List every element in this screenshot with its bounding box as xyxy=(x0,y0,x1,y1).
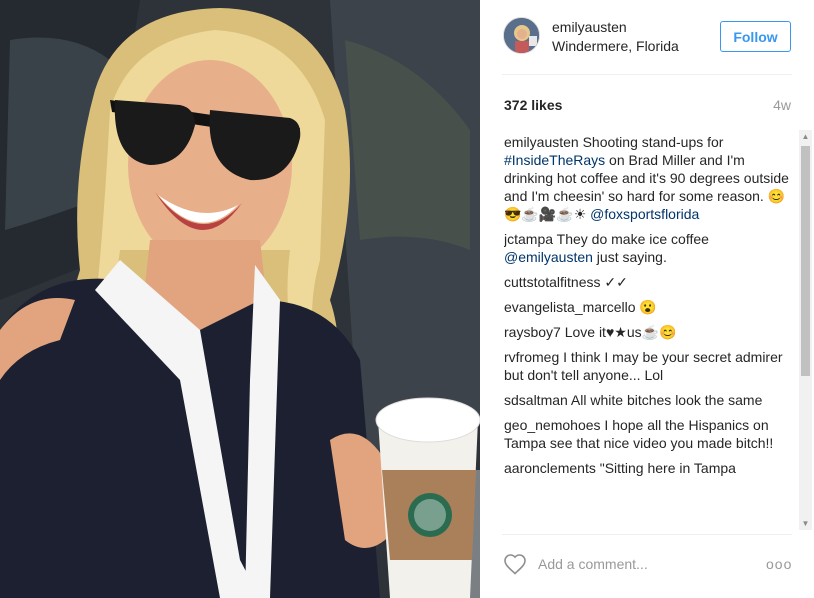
more-options-icon[interactable]: ooo xyxy=(766,556,792,572)
list-item: aaronclements "Sitting here in Tampa xyxy=(504,459,794,477)
follow-button[interactable]: Follow xyxy=(720,21,791,52)
comment-username[interactable]: evangelista_marcello xyxy=(504,299,636,315)
post-details-panel: emilyausten Windermere, Florida Follow 3… xyxy=(480,0,814,598)
list-item: geo_nemohoes I hope all the Hispanics on… xyxy=(504,416,794,452)
selfie-illustration xyxy=(0,0,480,598)
post-photo[interactable] xyxy=(0,0,480,598)
list-item: evangelista_marcello 😮 xyxy=(504,298,794,316)
comment-text: "Sitting here in Tampa xyxy=(595,460,736,476)
mention-link[interactable]: @foxsportsflorida xyxy=(590,206,699,222)
post-username[interactable]: emilyausten xyxy=(552,19,627,35)
list-item: jctampa They do make ice coffee @emilyau… xyxy=(504,230,794,266)
list-item: rvfromeg I think I may be your secret ad… xyxy=(504,348,794,384)
post-age[interactable]: 4w xyxy=(773,97,791,113)
comment-text: They do make ice coffee xyxy=(553,231,709,247)
scroll-up-arrow-icon[interactable]: ▲ xyxy=(799,130,812,143)
comment-username[interactable]: emilyausten xyxy=(504,134,579,150)
likes-count[interactable]: 372 likes xyxy=(504,97,562,113)
comment-text: just saying. xyxy=(592,249,667,265)
hashtag-link[interactable]: #InsideTheRays xyxy=(504,152,605,168)
list-item: cuttstotalfitness ✓✓ xyxy=(504,273,794,291)
comment-username[interactable]: geo_nemohoes xyxy=(504,417,601,433)
list-item: raysboy7 Love it♥★us☕😊 xyxy=(504,323,794,341)
comment-username[interactable]: rvfromeg xyxy=(504,349,559,365)
comment-username[interactable]: raysboy7 xyxy=(504,324,561,340)
comment-text: 😮 xyxy=(635,299,657,315)
mention-link[interactable]: @emilyausten xyxy=(504,249,593,265)
comment-text: Love it♥★us☕😊 xyxy=(560,324,677,340)
avatar[interactable] xyxy=(503,17,540,54)
comment-text: ✓✓ xyxy=(600,274,628,290)
comments-list: emilyausten Shooting stand-ups for #Insi… xyxy=(504,133,794,527)
heart-icon[interactable] xyxy=(503,553,527,575)
list-item: sdsaltman All white bitches look the sam… xyxy=(504,391,794,409)
caption: emilyausten Shooting stand-ups for #Insi… xyxy=(504,133,794,223)
add-comment-input[interactable] xyxy=(538,553,758,575)
scroll-down-arrow-icon[interactable]: ▼ xyxy=(799,517,812,530)
post-location[interactable]: Windermere, Florida xyxy=(552,38,679,54)
comment-username[interactable]: jctampa xyxy=(504,231,553,247)
header-divider xyxy=(502,74,792,75)
caption-text: Shooting stand-ups for xyxy=(578,134,724,150)
comments-scrollbar[interactable]: ▲ ▼ xyxy=(799,130,812,530)
comment-username[interactable]: sdsaltman xyxy=(504,392,568,408)
scrollbar-thumb[interactable] xyxy=(801,146,810,376)
post-header: emilyausten Windermere, Florida Follow xyxy=(480,0,814,74)
comment-username[interactable]: aaronclements xyxy=(504,460,596,476)
footer-divider xyxy=(502,534,792,535)
comment-text: All white bitches look the same xyxy=(567,392,763,408)
comment-username[interactable]: cuttstotalfitness xyxy=(504,274,601,290)
